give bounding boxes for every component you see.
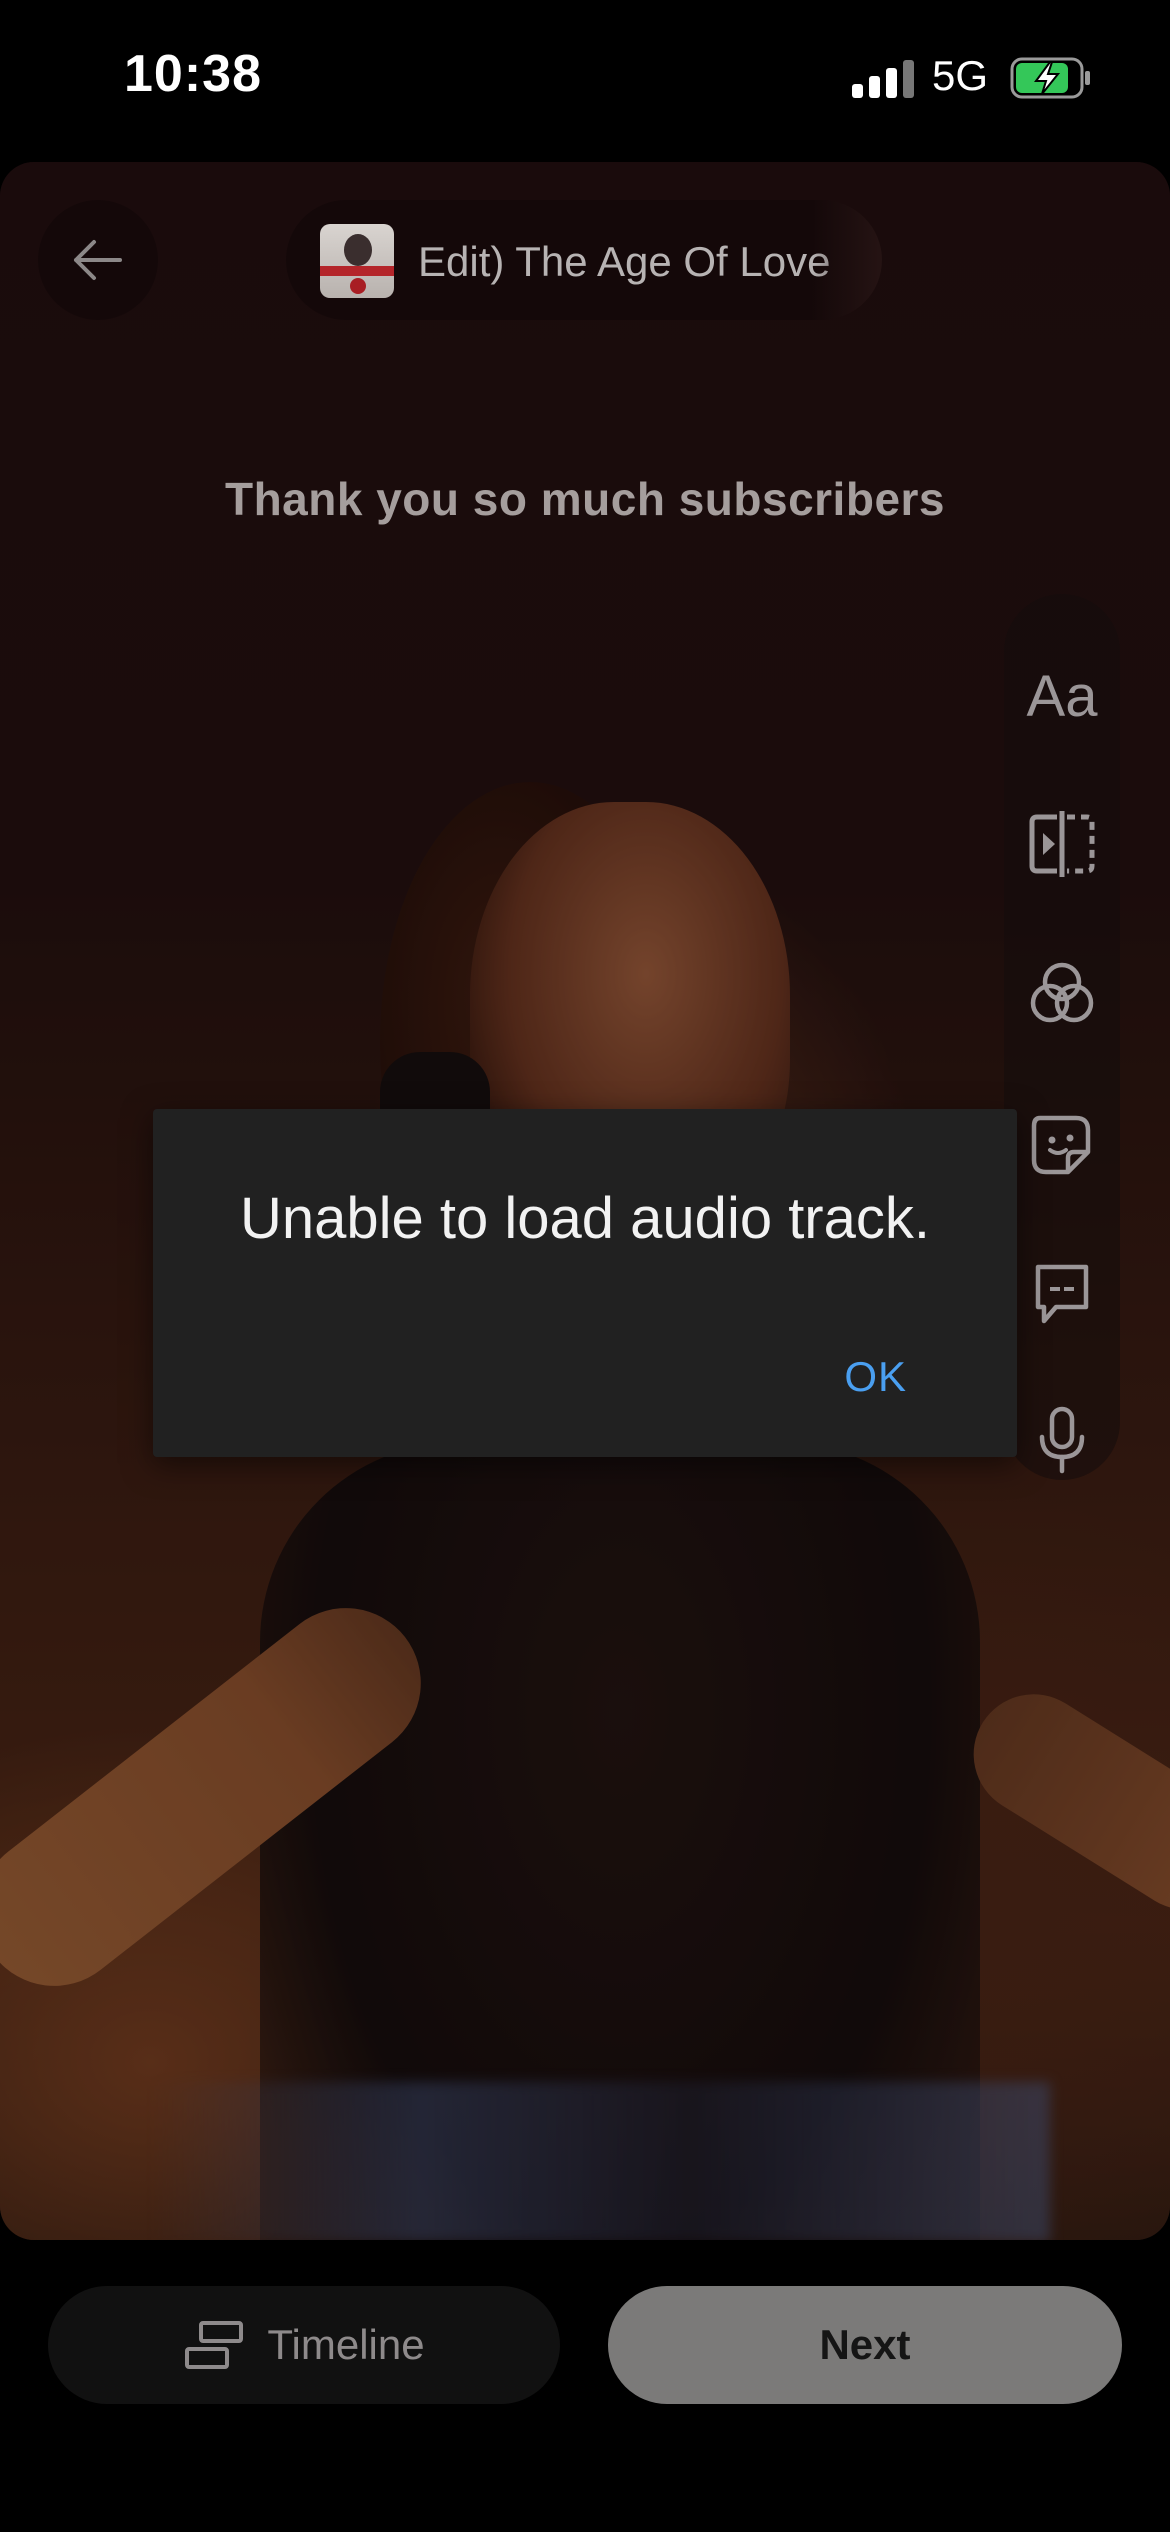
captions-icon: [1035, 1264, 1089, 1324]
timeline-button[interactable]: Timeline: [48, 2286, 560, 2404]
split-tool-button[interactable]: [1004, 784, 1120, 904]
album-art: [320, 224, 394, 298]
signal-strength-icon: [852, 60, 914, 98]
video-caption-text[interactable]: Thank you so much subscribers: [0, 472, 1170, 526]
text-icon: Aa: [1026, 663, 1098, 729]
status-bar: 10:38 5G: [0, 0, 1170, 150]
split-clip-icon: [1029, 811, 1095, 877]
timeline-label: Timeline: [267, 2321, 425, 2368]
alert-message: Unable to load audio track.: [240, 1186, 930, 1251]
filters-tool-button[interactable]: [1004, 934, 1120, 1054]
microphone-icon: [1039, 1406, 1085, 1474]
next-label: Next: [819, 2321, 911, 2368]
sticker-tool-button[interactable]: [1004, 1084, 1120, 1204]
battery-charging-icon: [1010, 57, 1090, 99]
filters-icon: [1030, 962, 1094, 1023]
music-title-fade: [812, 200, 882, 320]
music-selector[interactable]: Edit) The Age Of Love: [286, 200, 882, 320]
alert-dialog: Unable to load audio track. OK: [153, 1109, 1017, 1457]
text-tool-button[interactable]: Aa: [1004, 636, 1120, 756]
music-title: Edit) The Age Of Love: [418, 238, 831, 285]
next-button[interactable]: Next: [608, 2286, 1122, 2404]
tool-rail: Aa: [1004, 594, 1120, 1480]
arrow-left-icon: [74, 240, 122, 280]
sticker-icon: [1031, 1115, 1091, 1175]
network-type: 5G: [932, 52, 989, 99]
timeline-icon: [185, 2321, 244, 2369]
captions-tool-button[interactable]: [1004, 1234, 1120, 1354]
ok-button[interactable]: OK: [844, 1353, 907, 1401]
status-time: 10:38: [124, 45, 262, 103]
screen: 10:38 5G Edit) The Age Of Love Thank you…: [0, 0, 1170, 2532]
voiceover-tool-button[interactable]: [1004, 1380, 1120, 1500]
back-button[interactable]: [38, 200, 158, 320]
